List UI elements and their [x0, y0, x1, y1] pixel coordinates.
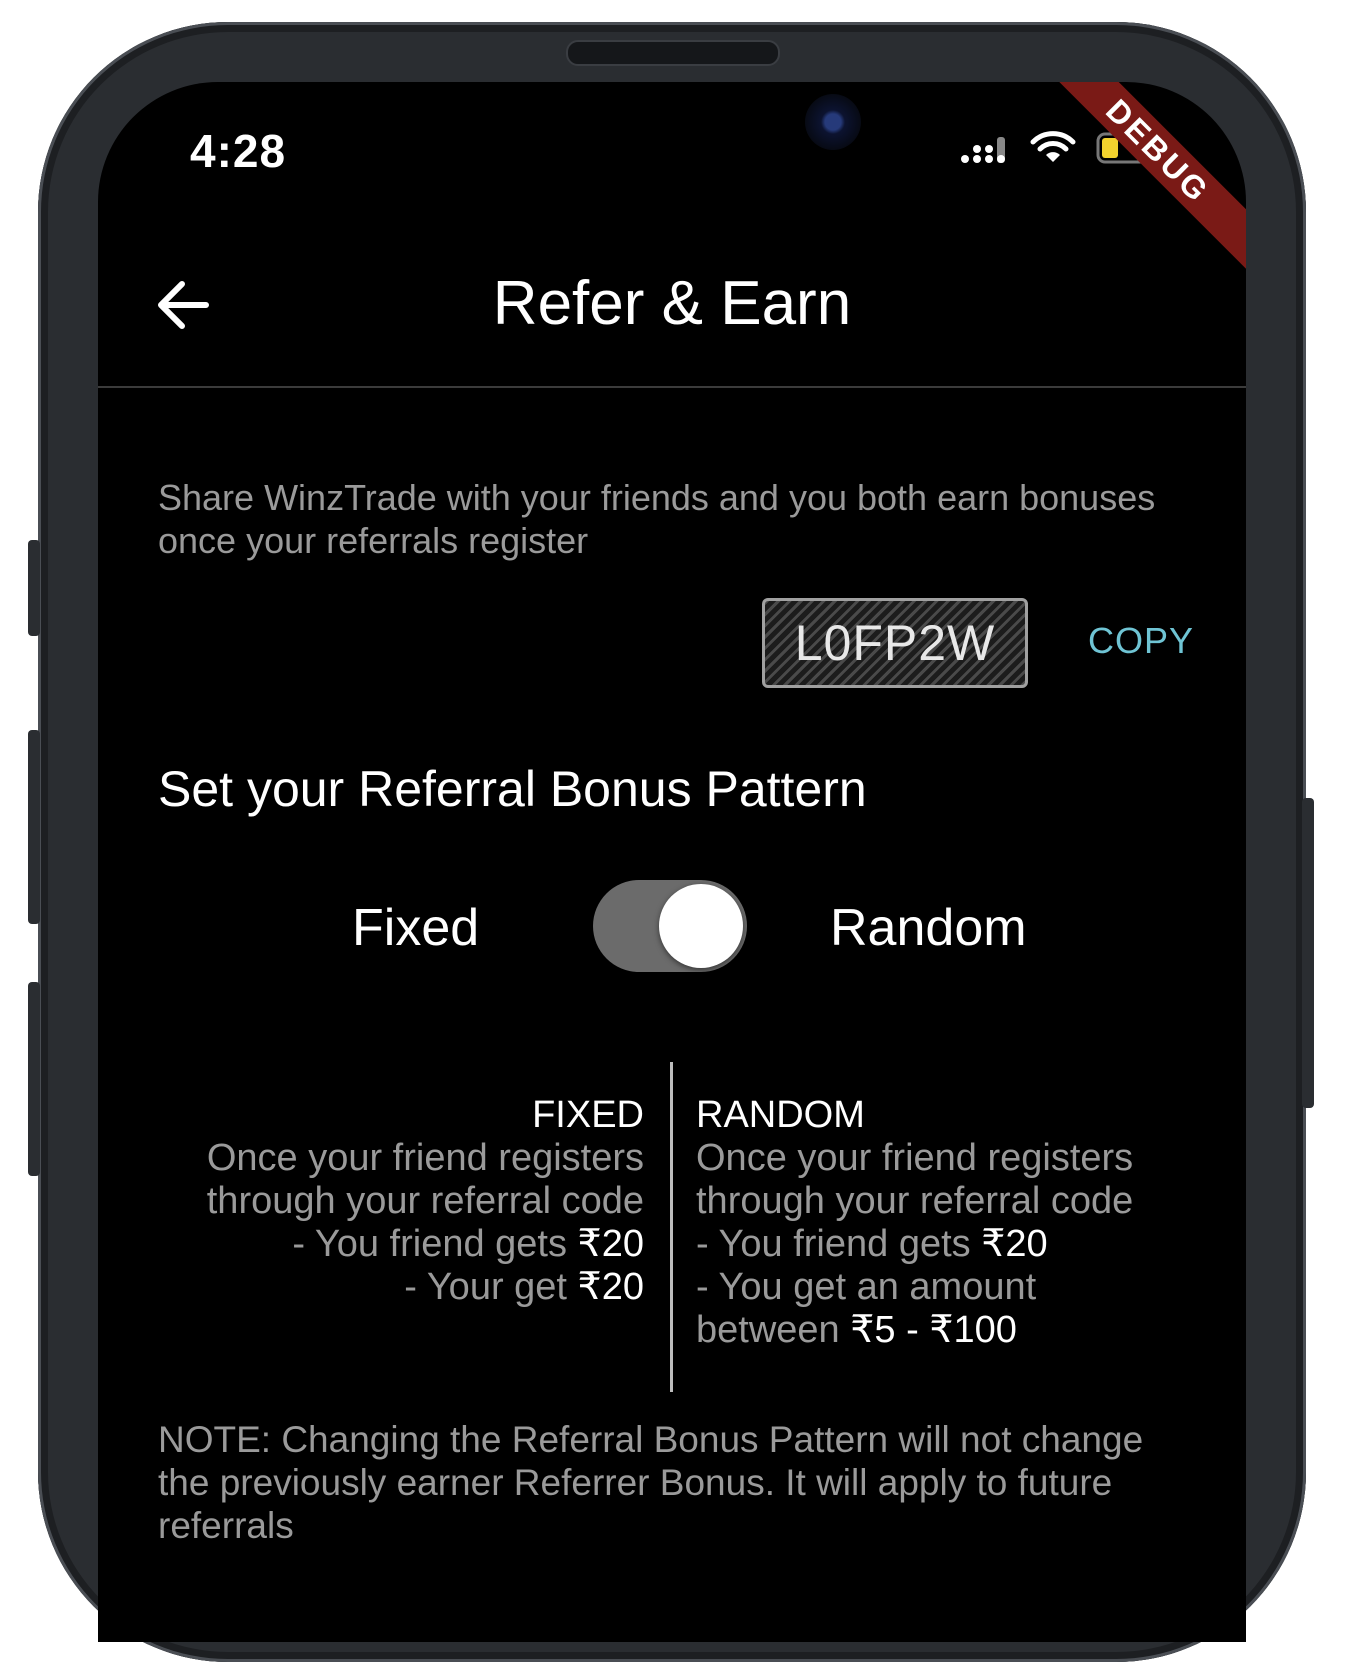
wifi-icon [1030, 131, 1076, 162]
toggle-label-random: Random [830, 899, 1027, 957]
random-description: RANDOM Once your friend registers throug… [696, 1094, 1216, 1352]
page-title: Refer & Earn [492, 269, 852, 338]
intro-text: Share WinzTrade with your friends and yo… [158, 477, 1156, 561]
toggle-label-fixed: Fixed [352, 899, 480, 957]
fixed-line-3: - You friend gets ₹20 [124, 1223, 644, 1266]
fixed-line-4: - Your get ₹20 [124, 1266, 644, 1309]
random-line-2: through your referral code [696, 1180, 1134, 1222]
random-line-5: between ₹5 - ₹100 [696, 1309, 1216, 1352]
random-line-1: Once your friend registers [696, 1137, 1134, 1179]
random-line-5-text: between [696, 1309, 851, 1351]
referral-code-box: L0FP2W [762, 598, 1028, 688]
note-text: NOTE: Changing the Referral Bonus Patter… [158, 1419, 1144, 1546]
screen: 4:28 DEBUG Refer & Earn Share WinzTrade … [98, 82, 1246, 1642]
status-time: 4:28 [190, 125, 287, 177]
fixed-line-1: Once your friend registers [206, 1137, 644, 1179]
random-line-3: - You friend gets ₹20 [696, 1223, 1216, 1266]
toggle-knob [659, 884, 743, 968]
cellular-signal-icon [961, 137, 1005, 163]
random-line-4: - You get an amount [696, 1266, 1037, 1308]
fixed-friend-amount: ₹20 [577, 1223, 644, 1265]
app-bar: Refer & Earn [98, 252, 1246, 388]
section-title: Set your Referral Bonus Pattern [158, 761, 867, 817]
bonus-pattern-toggle[interactable] [593, 880, 747, 972]
fixed-line-4-text: - Your get [404, 1266, 578, 1308]
notch [433, 82, 911, 180]
earpiece-speaker [566, 40, 780, 66]
random-line-3-text: - You friend gets [696, 1223, 982, 1265]
fixed-heading: FIXED [532, 1094, 644, 1136]
side-button-volume-down [28, 982, 40, 1176]
fixed-line-3-text: - You friend gets [292, 1223, 578, 1265]
side-button-mute [28, 540, 40, 636]
random-friend-amount: ₹20 [981, 1223, 1048, 1265]
side-button-volume-up [28, 730, 40, 924]
fixed-description: FIXED Once your friend registers through… [124, 1094, 644, 1309]
front-camera [805, 94, 861, 150]
fixed-line-2: through your referral code [206, 1180, 644, 1222]
random-heading: RANDOM [696, 1094, 865, 1136]
column-divider [670, 1062, 673, 1392]
fixed-your-amount: ₹20 [577, 1266, 644, 1308]
side-button-power [1302, 798, 1314, 1108]
copy-button[interactable]: COPY [1088, 620, 1194, 662]
random-your-amount: ₹5 - ₹100 [850, 1309, 1017, 1351]
